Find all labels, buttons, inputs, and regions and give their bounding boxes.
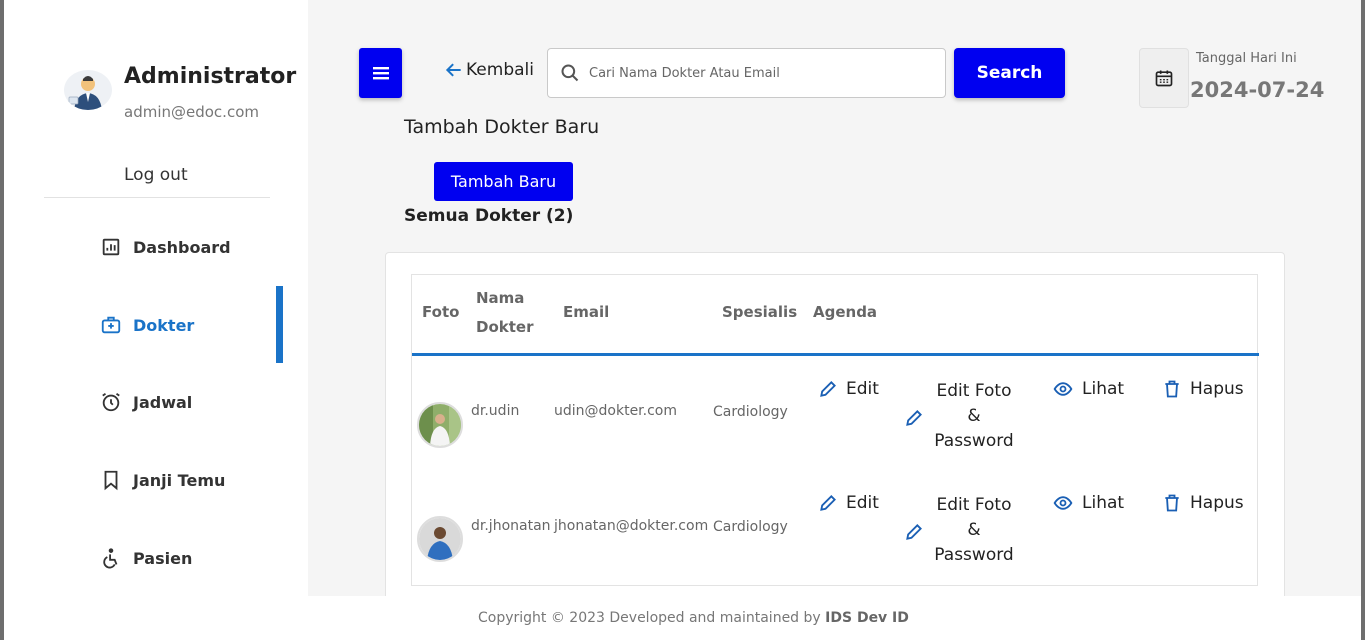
edit-label: Edit — [846, 493, 879, 513]
edit-photo-line2: & — [967, 520, 981, 540]
edit-photo-line3: Password — [934, 545, 1014, 565]
edit-photo-password-button[interactable]: Edit Foto & Password — [929, 379, 1019, 454]
header-email: Email — [563, 303, 610, 321]
admin-avatar — [64, 70, 112, 110]
doctors-table: Foto Nama Dokter Email Spesialis Agenda … — [411, 274, 1259, 586]
logout-link[interactable]: Log out — [124, 165, 188, 185]
table-header-underline — [412, 353, 1259, 356]
back-link[interactable]: Kembali — [444, 60, 534, 80]
alarm-clock-icon — [102, 392, 120, 412]
search-input[interactable] — [589, 65, 919, 81]
sidebar-item-jadwal[interactable]: Jadwal — [100, 390, 192, 414]
pencil-icon[interactable] — [904, 522, 924, 542]
doctors-card: Foto Nama Dokter Email Spesialis Agenda … — [385, 252, 1285, 612]
header-spesialis: Spesialis — [722, 303, 798, 321]
bookmark-icon — [104, 470, 118, 491]
date-label: Tanggal Hari Ini — [1196, 51, 1297, 66]
doctor-specialty: Cardiology — [713, 519, 788, 535]
search-field[interactable] — [547, 48, 946, 98]
active-indicator — [276, 286, 283, 363]
arrow-left-icon — [445, 63, 461, 77]
view-label: Lihat — [1082, 493, 1125, 513]
sidebar-divider — [44, 197, 270, 198]
copyright-label: Copyright © 2023 Developed and maintaine… — [478, 610, 826, 626]
sidebar-item-label: Janji Temu — [133, 470, 226, 490]
hamburger-icon — [372, 67, 389, 80]
sidebar: Administrator admin@edoc.com Log out Das… — [8, 0, 308, 640]
pencil-icon — [820, 381, 836, 397]
search-icon — [561, 64, 579, 82]
admin-email: admin@edoc.com — [124, 103, 259, 121]
sidebar-item-pasien[interactable]: Pasien — [100, 546, 192, 570]
wheelchair-icon — [103, 548, 118, 569]
medical-bag-icon — [101, 316, 121, 334]
doctor-email: udin@dokter.com — [554, 403, 678, 419]
header-foto: Foto — [422, 303, 460, 321]
sidebar-item-dashboard[interactable]: Dashboard — [100, 235, 231, 259]
admin-name: Administrator — [124, 64, 297, 89]
back-label: Kembali — [466, 60, 534, 80]
doctor-photo — [417, 402, 463, 448]
sidebar-item-label: Dashboard — [133, 237, 231, 257]
search-button[interactable]: Search — [954, 48, 1065, 98]
edit-photo-line1: Edit Foto — [936, 381, 1012, 401]
eye-icon — [1053, 382, 1073, 396]
edit-photo-line1: Edit Foto — [936, 495, 1012, 515]
edit-photo-line3: Password — [934, 431, 1014, 451]
view-label: Lihat — [1082, 379, 1125, 399]
trash-icon — [1165, 494, 1179, 512]
delete-button[interactable]: Hapus — [1162, 493, 1244, 513]
date-value: 2024-07-24 — [1190, 78, 1325, 102]
sidebar-item-label: Jadwal — [133, 392, 193, 412]
pencil-icon — [820, 495, 836, 511]
header-agenda: Agenda — [813, 303, 878, 321]
all-doctors-title: Semua Dokter (2) — [404, 206, 574, 226]
delete-label: Hapus — [1190, 379, 1244, 399]
dashboard-icon — [102, 238, 120, 256]
delete-label: Hapus — [1190, 493, 1244, 513]
edit-button[interactable]: Edit — [818, 493, 879, 513]
window-frame: Administrator admin@edoc.com Log out Das… — [0, 0, 1365, 640]
edit-label: Edit — [846, 379, 879, 399]
calendar-icon — [1155, 70, 1173, 87]
delete-button[interactable]: Hapus — [1162, 379, 1244, 399]
copyright-brand: IDS Dev ID — [825, 610, 909, 626]
edit-photo-password-button[interactable]: Edit Foto & Password — [929, 493, 1019, 568]
eye-icon — [1053, 496, 1073, 510]
view-button[interactable]: Lihat — [1052, 379, 1124, 399]
pencil-icon[interactable] — [904, 408, 924, 428]
edit-photo-line2: & — [967, 406, 981, 426]
header-nama-line2: Dokter — [476, 318, 534, 336]
trash-icon — [1165, 380, 1179, 398]
sidebar-item-label: Pasien — [133, 548, 193, 568]
view-button[interactable]: Lihat — [1052, 493, 1124, 513]
footer: Copyright © 2023 Developed and maintaine… — [308, 596, 1361, 640]
doctor-specialty: Cardiology — [713, 404, 788, 420]
main-content: Kembali Search Tanggal Hari Ini 2024-07-… — [308, 0, 1361, 612]
sidebar-item-label: Dokter — [133, 315, 195, 335]
sidebar-item-dokter[interactable]: Dokter — [100, 313, 194, 337]
doctor-email: jhonatan@dokter.com — [554, 518, 709, 534]
doctor-name: dr.jhonatan — [471, 518, 551, 534]
doctor-photo — [417, 516, 463, 562]
calendar-button[interactable] — [1139, 48, 1189, 108]
copyright-text: Copyright © 2023 Developed and maintaine… — [478, 610, 909, 626]
header-nama-line1: Nama — [476, 289, 525, 307]
add-new-button[interactable]: Tambah Baru — [434, 162, 573, 201]
add-doctor-title: Tambah Dokter Baru — [404, 116, 600, 138]
sidebar-item-janji-temu[interactable]: Janji Temu — [100, 468, 225, 492]
doctor-name: dr.udin — [471, 403, 520, 419]
menu-button[interactable] — [359, 48, 402, 98]
edit-button[interactable]: Edit — [818, 379, 879, 399]
